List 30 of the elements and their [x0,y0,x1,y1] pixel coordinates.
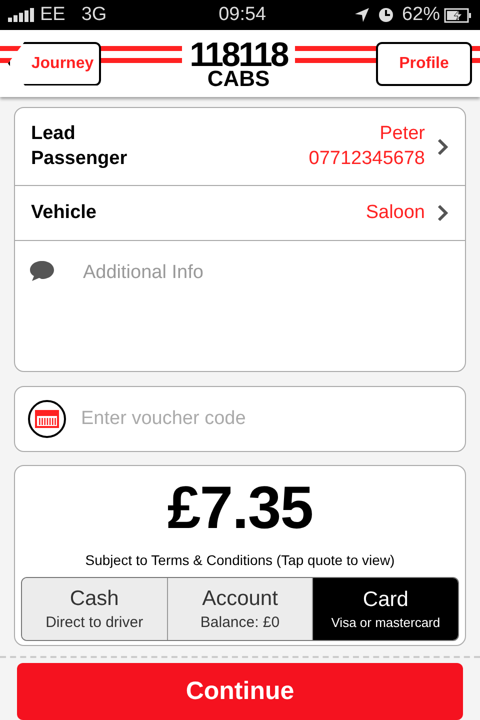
terms-note: Subject to Terms & Conditions (Tap quote to view) [85,551,395,570]
detail-label: Vehicle [31,200,98,225]
detail-row[interactable]: Lead Passenger Peter 07712345678 [15,108,465,186]
detail-value: 07712345678 [308,146,425,170]
quote-price[interactable]: £7.35 [167,478,313,538]
payment-option[interactable]: Account Balance: £0 [166,578,312,640]
additional-info-placeholder: Additional Info [83,261,204,285]
voucher-field[interactable]: Enter voucher code [14,386,466,452]
speech-bubble-icon [29,259,55,283]
detail-value: Saloon [366,200,425,225]
battery-charging-icon [444,8,472,22]
profile-button[interactable]: Profile [376,42,472,86]
payment-option[interactable]: Cash Direct to driver [22,578,167,640]
clock: 09:54 [218,2,266,27]
payment-option[interactable]: Card Visa or mastercard [312,578,458,640]
chevron-right-icon [437,138,449,156]
detail-value: Peter [380,122,425,146]
journey-back-button[interactable]: Journey [8,42,101,86]
network-type: 3G [81,2,107,27]
clock-icon [378,7,394,23]
chevron-right-icon [437,204,449,222]
voucher-input[interactable]: Enter voucher code [81,404,453,434]
location-arrow-icon [354,7,370,23]
detail-row[interactable]: Vehicle Saloon [15,186,465,241]
continue-button[interactable]: Continue [17,663,463,720]
voucher-icon [27,399,67,439]
detail-label: Lead Passenger [31,122,128,170]
battery-percentage: 62% [402,2,440,27]
carrier: EE [40,2,66,27]
signal-icon [8,8,36,22]
